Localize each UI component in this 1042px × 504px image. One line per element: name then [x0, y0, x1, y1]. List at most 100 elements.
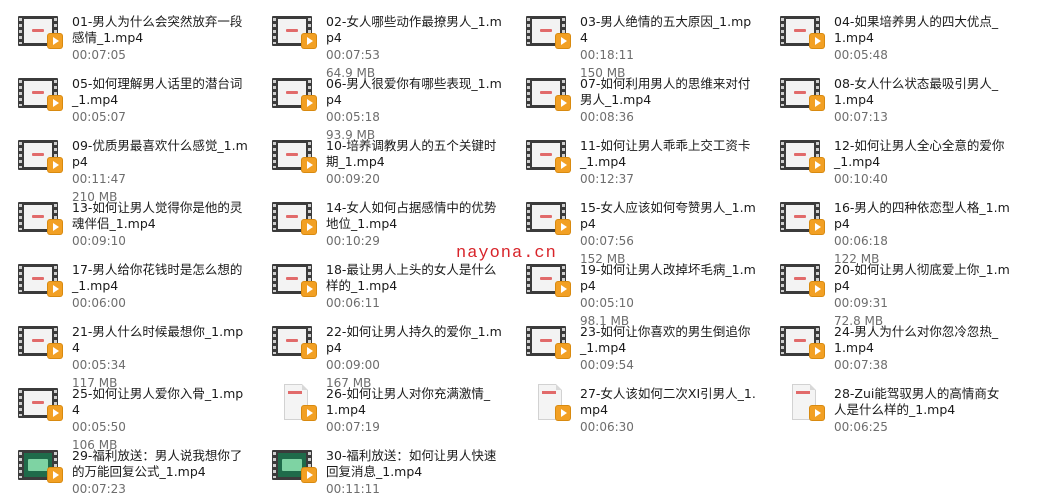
video-thumbnail-icon — [526, 260, 572, 298]
file-name: 03-男人绝情的五大原因_1.mp4 — [580, 14, 752, 45]
file-name: 15-女人应该如何夸赞男人_1.mp4 — [580, 200, 756, 231]
play-badge-icon — [556, 220, 570, 234]
file-item[interactable]: 10-培养调教男人的五个关键时期_1.mp4 00:09:20 — [254, 128, 504, 188]
video-thumbnail-icon — [18, 136, 64, 174]
video-thumbnail-icon — [526, 198, 572, 236]
play-badge-icon — [302, 468, 316, 482]
file-item[interactable]: 22-如何让男人持久的爱你_1.mp4 00:09:00 167 MB — [254, 314, 504, 390]
file-duration: 00:07:56 — [580, 234, 634, 248]
file-duration: 00:06:25 — [834, 420, 888, 434]
file-item[interactable]: 07-如何利用男人的思维来对付男人_1.mp4 00:08:36 — [508, 66, 758, 126]
file-item[interactable]: 30-福利放送：如何让男人快速回复消息_1.mp4 00:11:11 — [254, 438, 504, 498]
video-thumbnail-icon — [18, 12, 64, 50]
file-item[interactable]: 08-女人什么状态最吸引男人_1.mp4 00:07:13 — [762, 66, 1012, 126]
file-item[interactable]: 29-福利放送：男人说我想你了的万能回复公式_1.mp4 00:07:23 — [0, 438, 250, 498]
file-item[interactable]: 16-男人的四种依恋型人格_1.mp4 00:06:18 122 MB — [762, 190, 1012, 266]
file-name: 14-女人如何占据感情中的优势地位_1.mp4 — [326, 200, 497, 231]
file-item[interactable]: 15-女人应该如何夸赞男人_1.mp4 00:07:56 152 MB — [508, 190, 758, 266]
file-item[interactable]: 23-如何让你喜欢的男生倒追你_1.mp4 00:09:54 — [508, 314, 758, 374]
video-thumbnail-icon — [18, 384, 64, 422]
file-name: 07-如何利用男人的思维来对付男人_1.mp4 — [580, 76, 751, 107]
file-duration: 00:07:05 — [72, 48, 126, 62]
file-name: 20-如何让男人彻底爱上你_1.mp4 — [834, 262, 1010, 293]
video-thumbnail-icon — [272, 446, 318, 484]
file-item[interactable]: 04-如果培养男人的四大优点_1.mp4 00:05:48 — [762, 4, 1012, 64]
video-thumbnail-icon — [18, 322, 64, 360]
file-duration: 00:07:23 — [72, 482, 126, 496]
file-item[interactable]: 24-男人为什么对你忽冷忽热_1.mp4 00:07:38 — [762, 314, 1012, 374]
file-duration: 00:07:13 — [834, 110, 888, 124]
play-badge-icon — [48, 96, 62, 110]
file-info: 01-男人为什么会突然放弃一段感情_1.mp4 00:07:05 — [72, 14, 248, 64]
file-item[interactable]: 26-如何让男人对你充满激情_1.mp4 00:07:19 — [254, 376, 504, 436]
video-thumbnail-icon — [526, 322, 572, 360]
file-item[interactable]: 09-优质男最喜欢什么感觉_1.mp4 00:11:47 210 MB — [0, 128, 250, 204]
file-name: 13-如何让男人觉得你是他的灵魂伴侣_1.mp4 — [72, 200, 243, 231]
file-item[interactable]: 28-Zui能驾驭男人的高情商女人是什么样的_1.mp4 00:06:25 — [762, 376, 1012, 436]
play-badge-icon — [556, 158, 570, 172]
file-duration: 00:08:36 — [580, 110, 634, 124]
video-thumbnail-icon — [526, 74, 572, 112]
file-duration: 00:18:11 — [580, 48, 634, 62]
file-item[interactable]: 14-女人如何占据感情中的优势地位_1.mp4 00:10:29 — [254, 190, 504, 250]
file-name: 05-如何理解男人话里的潜台词_1.mp4 — [72, 76, 243, 107]
file-duration: 00:07:38 — [834, 358, 888, 372]
play-badge-icon — [556, 34, 570, 48]
watermark-text: nayona.cn — [456, 244, 557, 263]
file-name: 08-女人什么状态最吸引男人_1.mp4 — [834, 76, 999, 107]
file-duration: 00:07:53 — [326, 48, 380, 62]
file-item[interactable]: 20-如何让男人彻底爱上你_1.mp4 00:09:31 72.8 MB — [762, 252, 1012, 328]
file-name: 06-男人很爱你有哪些表现_1.mp4 — [326, 76, 502, 107]
file-item[interactable]: 21-男人什么时候最想你_1.mp4 00:05:34 117 MB — [0, 314, 250, 390]
file-name: 01-男人为什么会突然放弃一段感情_1.mp4 — [72, 14, 243, 45]
file-info: 23-如何让你喜欢的男生倒追你_1.mp4 00:09:54 — [580, 324, 756, 374]
document-thumbnail-icon — [780, 384, 826, 422]
file-name: 26-如何让男人对你充满激情_1.mp4 — [326, 386, 491, 417]
file-duration: 00:05:07 — [72, 110, 126, 124]
file-item[interactable]: 01-男人为什么会突然放弃一段感情_1.mp4 00:07:05 — [0, 4, 250, 64]
file-info: 18-最让男人上头的女人是什么样的_1.mp4 00:06:11 — [326, 262, 502, 312]
play-badge-icon — [302, 344, 316, 358]
file-item[interactable]: 11-如何让男人乖乖上交工资卡_1.mp4 00:12:37 — [508, 128, 758, 188]
file-item[interactable]: 27-女人该如何二次XI引男人_1.mp4 00:06:30 — [508, 376, 758, 436]
file-duration: 00:09:10 — [72, 234, 126, 248]
play-badge-icon — [302, 406, 316, 420]
file-duration: 00:05:50 — [72, 420, 126, 434]
video-thumbnail-icon — [18, 446, 64, 484]
file-item[interactable]: 25-如何让男人爱你入骨_1.mp4 00:05:50 106 MB — [0, 376, 250, 452]
file-name: 25-如何让男人爱你入骨_1.mp4 — [72, 386, 244, 417]
file-item[interactable]: 06-男人很爱你有哪些表现_1.mp4 00:05:18 93.9 MB — [254, 66, 504, 142]
file-duration: 00:09:31 — [834, 296, 888, 310]
file-item[interactable]: 13-如何让男人觉得你是他的灵魂伴侣_1.mp4 00:09:10 — [0, 190, 250, 250]
play-badge-icon — [48, 406, 62, 420]
file-name: 27-女人该如何二次XI引男人_1.mp4 — [580, 386, 756, 417]
file-item[interactable]: 05-如何理解男人话里的潜台词_1.mp4 00:05:07 — [0, 66, 250, 126]
file-item[interactable]: 02-女人哪些动作最撩男人_1.mp4 00:07:53 64.9 MB — [254, 4, 504, 80]
play-badge-icon — [48, 344, 62, 358]
file-item[interactable]: 03-男人绝情的五大原因_1.mp4 00:18:11 150 MB — [508, 4, 758, 80]
file-name: 30-福利放送：如何让男人快速回复消息_1.mp4 — [326, 448, 497, 479]
file-info: 04-如果培养男人的四大优点_1.mp4 00:05:48 — [834, 14, 1010, 64]
video-thumbnail-icon — [18, 74, 64, 112]
play-badge-icon — [810, 158, 824, 172]
play-badge-icon — [48, 158, 62, 172]
video-thumbnail-icon — [780, 136, 826, 174]
file-info: 10-培养调教男人的五个关键时期_1.mp4 00:09:20 — [326, 138, 502, 188]
play-badge-icon — [556, 96, 570, 110]
file-duration: 00:09:20 — [326, 172, 380, 186]
file-name: 04-如果培养男人的四大优点_1.mp4 — [834, 14, 999, 45]
file-duration: 00:11:11 — [326, 482, 380, 496]
file-info: 14-女人如何占据感情中的优势地位_1.mp4 00:10:29 — [326, 200, 502, 250]
file-item[interactable]: 17-男人给你花钱时是怎么想的_1.mp4 00:06:00 — [0, 252, 250, 312]
video-thumbnail-icon — [272, 260, 318, 298]
file-duration: 00:05:48 — [834, 48, 888, 62]
document-thumbnail-icon — [272, 384, 318, 422]
file-item[interactable]: 12-如何让男人全心全意的爱你_1.mp4 00:10:40 — [762, 128, 1012, 188]
file-name: 22-如何让男人持久的爱你_1.mp4 — [326, 324, 502, 355]
file-info: 27-女人该如何二次XI引男人_1.mp4 00:06:30 — [580, 386, 756, 436]
file-duration: 00:06:18 — [834, 234, 888, 248]
file-name: 17-男人给你花钱时是怎么想的_1.mp4 — [72, 262, 243, 293]
file-duration: 00:09:54 — [580, 358, 634, 372]
video-thumbnail-icon — [272, 136, 318, 174]
file-info: 05-如何理解男人话里的潜台词_1.mp4 00:05:07 — [72, 76, 248, 126]
